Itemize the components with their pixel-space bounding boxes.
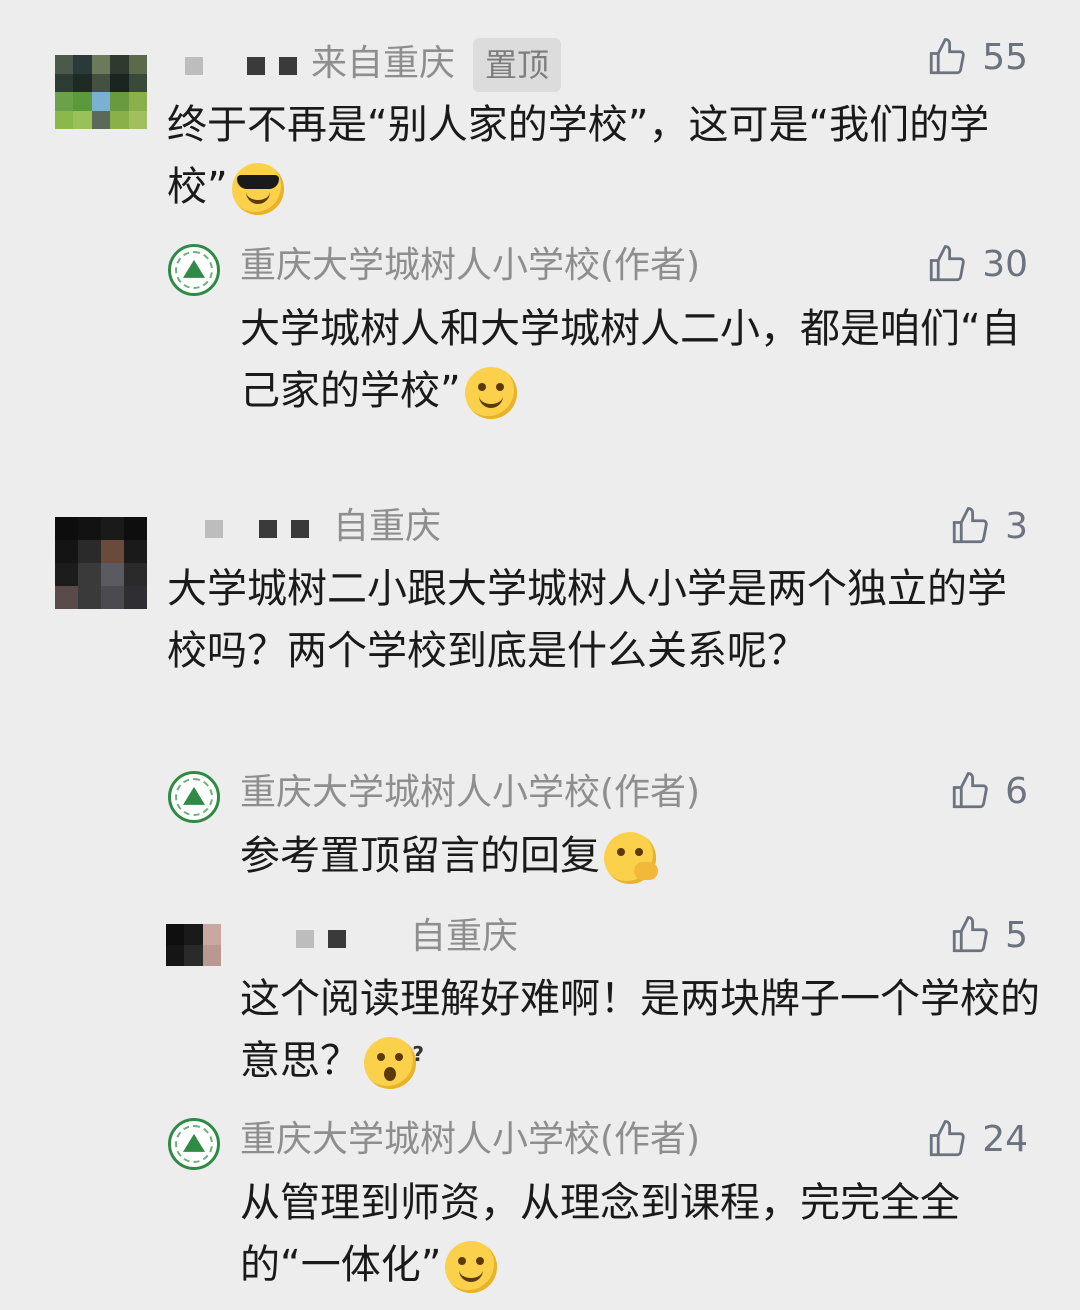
like-button[interactable]: 24 xyxy=(926,1118,1028,1160)
reply-text: 大学城树人和大学城树人二小，都是咱们“自己家的学校” xyxy=(240,298,1035,422)
reply-body: 从管理到师资，从理念到课程，完完全全的“一体化” xyxy=(240,1180,960,1288)
like-button[interactable]: 6 xyxy=(949,770,1028,812)
comment-body: 大学城树二小跟大学城树人小学是两个独立的学校吗？两个学校到底是什么关系呢？ xyxy=(167,566,1007,674)
location-label: 自重庆 xyxy=(333,506,442,547)
comment-meta: 自重庆 xyxy=(205,505,441,550)
like-count: 5 xyxy=(1005,914,1028,956)
blurred-username[interactable] xyxy=(205,506,323,550)
reply-body: 参考置顶留言的回复 xyxy=(240,833,600,879)
smile-emoji-icon xyxy=(464,367,517,419)
location-label: 来自重庆 xyxy=(311,43,456,84)
thumbs-up-icon xyxy=(952,507,988,544)
author-name[interactable]: 重庆大学城树人小学校(作者) xyxy=(240,1118,700,1162)
school-logo-icon[interactable] xyxy=(168,771,220,823)
reply-text: 这个阅读理解好难啊！是两块牌子一个学校的意思？? xyxy=(240,968,1040,1092)
like-button[interactable]: 5 xyxy=(949,914,1028,956)
like-button[interactable]: 55 xyxy=(926,36,1028,78)
reply-text: 参考置顶留言的回复 xyxy=(240,825,1030,887)
thumbs-up-icon xyxy=(952,916,988,953)
smile-emoji-icon xyxy=(445,1241,498,1293)
thumbs-up-icon xyxy=(930,38,965,75)
comment-text: 大学城树二小跟大学城树人小学是两个独立的学校吗？两个学校到底是什么关系呢？ xyxy=(167,558,1012,682)
like-count: 6 xyxy=(1005,770,1028,812)
like-count: 24 xyxy=(982,1118,1028,1160)
like-count: 55 xyxy=(982,36,1028,78)
comment-meta: 来自重庆 置顶 xyxy=(185,38,562,92)
like-count: 3 xyxy=(1005,505,1028,547)
location-label: 自重庆 xyxy=(410,916,519,957)
avatar[interactable] xyxy=(55,55,147,129)
avatar[interactable] xyxy=(166,924,221,966)
thumbs-up-icon xyxy=(930,1120,965,1157)
thinking-emoji-icon xyxy=(604,832,658,884)
comment-body: 终于不再是“别人家的学校”，这可是“我们的学校” xyxy=(167,102,990,210)
school-logo-icon[interactable] xyxy=(168,1118,220,1170)
author-name[interactable]: 重庆大学城树人小学校(作者) xyxy=(240,244,700,288)
pinned-badge: 置顶 xyxy=(473,38,562,92)
author-name[interactable]: 重庆大学城树人小学校(作者) xyxy=(240,771,700,815)
thumbs-up-icon xyxy=(952,772,988,809)
school-logo-icon[interactable] xyxy=(168,244,220,296)
like-button[interactable]: 30 xyxy=(926,243,1028,285)
comment-meta: 自重庆 xyxy=(296,915,518,960)
sunglasses-emoji-icon xyxy=(231,163,284,215)
avatar[interactable] xyxy=(55,517,147,609)
blurred-username[interactable] xyxy=(296,916,360,960)
blurred-username[interactable] xyxy=(185,43,311,87)
reply-body: 大学城树人和大学城树人二小，都是咱们“自己家的学校” xyxy=(240,306,1021,414)
reply-text: 从管理到师资，从理念到课程，完完全全的“一体化” xyxy=(240,1172,1035,1296)
like-button[interactable]: 3 xyxy=(949,505,1028,547)
confused-emoji-icon: ? xyxy=(364,1037,424,1089)
comment-text: 终于不再是“别人家的学校”，这可是“我们的学校” xyxy=(167,94,1007,218)
reply-body: 这个阅读理解好难啊！是两块牌子一个学校的意思？ xyxy=(240,976,1040,1084)
thumbs-up-icon xyxy=(930,245,965,282)
like-count: 30 xyxy=(982,243,1028,285)
